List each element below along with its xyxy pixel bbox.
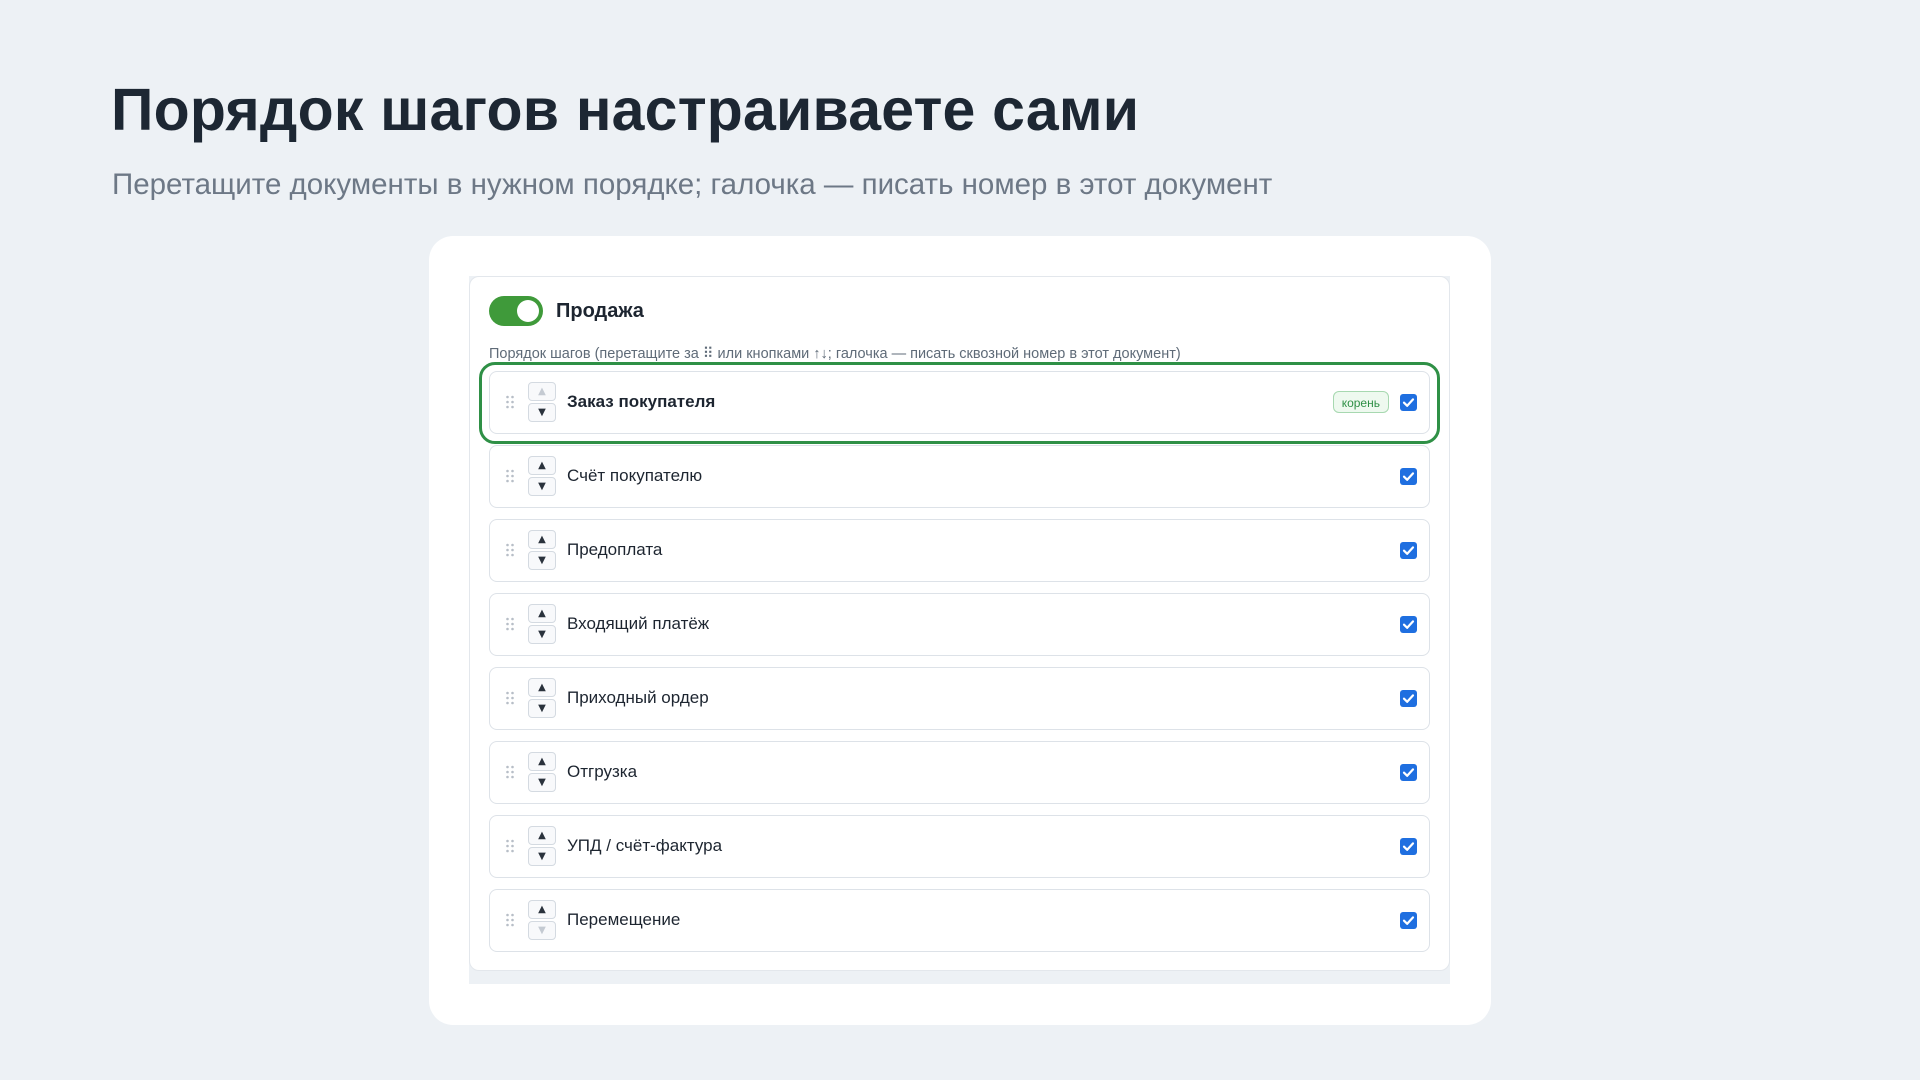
- checkmark-icon: [1402, 398, 1415, 407]
- move-up-button[interactable]: ▲: [528, 826, 556, 845]
- reorder-buttons: ▲ ▼: [528, 900, 556, 940]
- move-down-button[interactable]: ▼: [528, 403, 556, 422]
- number-checkbox[interactable]: [1400, 394, 1417, 411]
- number-checkbox[interactable]: [1400, 912, 1417, 929]
- step-row[interactable]: ▲ ▼ Заказ покупателя корень: [479, 362, 1440, 444]
- step-row[interactable]: ▲ ▼ Предоплата: [489, 519, 1430, 582]
- section-hint: Порядок шагов (перетащите за ⠿ или кнопк…: [489, 346, 1181, 362]
- drag-handle-icon[interactable]: [505, 617, 515, 631]
- step-name: Перемещение: [567, 910, 681, 929]
- section-sale: Продажа Порядок шагов (перетащите за ⠿ и…: [469, 276, 1450, 971]
- reorder-buttons: ▲ ▼: [528, 382, 556, 422]
- reorder-buttons: ▲ ▼: [528, 752, 556, 792]
- section-toggle[interactable]: [489, 296, 543, 326]
- checkmark-icon: [1402, 694, 1415, 703]
- step-name: УПД / счёт-фактура: [567, 836, 723, 855]
- number-checkbox[interactable]: [1400, 468, 1417, 485]
- number-checkbox[interactable]: [1400, 838, 1417, 855]
- move-up-button[interactable]: ▲: [528, 678, 556, 697]
- step-row[interactable]: ▲ ▼ Перемещение: [489, 889, 1430, 952]
- move-up-button[interactable]: ▲: [528, 752, 556, 771]
- number-checkbox[interactable]: [1400, 542, 1417, 559]
- reorder-buttons: ▲ ▼: [528, 678, 556, 718]
- step-row[interactable]: ▲ ▼ УПД / счёт-фактура: [489, 815, 1430, 878]
- number-checkbox[interactable]: [1400, 764, 1417, 781]
- checkmark-icon: [1402, 472, 1415, 481]
- checkmark-icon: [1402, 916, 1415, 925]
- step-name: Предоплата: [567, 540, 663, 559]
- checkmark-icon: [1402, 546, 1415, 555]
- root-badge: корень: [1332, 391, 1389, 413]
- page-title: Порядок шагов настраиваете сами: [111, 77, 1140, 143]
- drag-handle-icon[interactable]: [505, 765, 515, 779]
- settings-panel: Продажа Порядок шагов (перетащите за ⠿ и…: [469, 276, 1450, 984]
- move-down-button[interactable]: ▼: [528, 551, 556, 570]
- move-down-button[interactable]: ▼: [528, 477, 556, 496]
- drag-handle-icon[interactable]: [505, 395, 515, 409]
- steps-list: ▲ ▼ Заказ покупателя корень ▲ ▼ Счёт покупател…: [479, 362, 1440, 963]
- move-up-button[interactable]: ▲: [528, 530, 556, 549]
- step-row[interactable]: ▲ ▼ Счёт покупателю: [489, 445, 1430, 508]
- step-name: Входящий платёж: [567, 614, 710, 633]
- drag-handle-icon[interactable]: [505, 691, 515, 705]
- step-name: Отгрузка: [567, 762, 638, 781]
- move-down-button[interactable]: ▼: [528, 625, 556, 644]
- number-checkbox[interactable]: [1400, 690, 1417, 707]
- drag-handle-icon[interactable]: [505, 543, 515, 557]
- move-down-button[interactable]: ▼: [528, 921, 556, 940]
- step-name: Заказ покупателя: [567, 392, 716, 411]
- move-up-button[interactable]: ▲: [528, 382, 556, 401]
- reorder-buttons: ▲ ▼: [528, 604, 556, 644]
- settings-card: Продажа Порядок шагов (перетащите за ⠿ и…: [429, 236, 1491, 1025]
- step-row[interactable]: ▲ ▼ Приходный ордер: [489, 667, 1430, 730]
- move-up-button[interactable]: ▲: [528, 604, 556, 623]
- number-checkbox[interactable]: [1400, 616, 1417, 633]
- section-title: Продажа: [556, 300, 644, 322]
- reorder-buttons: ▲ ▼: [528, 826, 556, 866]
- step-row[interactable]: ▲ ▼ Отгрузка: [489, 741, 1430, 804]
- toggle-knob: [517, 300, 539, 322]
- step-name: Приходный ордер: [567, 688, 709, 707]
- reorder-buttons: ▲ ▼: [528, 530, 556, 570]
- move-down-button[interactable]: ▼: [528, 847, 556, 866]
- move-down-button[interactable]: ▼: [528, 773, 556, 792]
- page-subtitle: Перетащите документы в нужном порядке; г…: [112, 168, 1273, 201]
- move-down-button[interactable]: ▼: [528, 699, 556, 718]
- drag-handle-icon[interactable]: [505, 839, 515, 853]
- drag-handle-icon[interactable]: [505, 469, 515, 483]
- step-row[interactable]: ▲ ▼ Входящий платёж: [489, 593, 1430, 656]
- reorder-buttons: ▲ ▼: [528, 456, 556, 496]
- checkmark-icon: [1402, 768, 1415, 777]
- move-up-button[interactable]: ▲: [528, 900, 556, 919]
- checkmark-icon: [1402, 842, 1415, 851]
- move-up-button[interactable]: ▲: [528, 456, 556, 475]
- step-name: Счёт покупателю: [567, 466, 703, 485]
- drag-handle-icon[interactable]: [505, 913, 515, 927]
- checkmark-icon: [1402, 620, 1415, 629]
